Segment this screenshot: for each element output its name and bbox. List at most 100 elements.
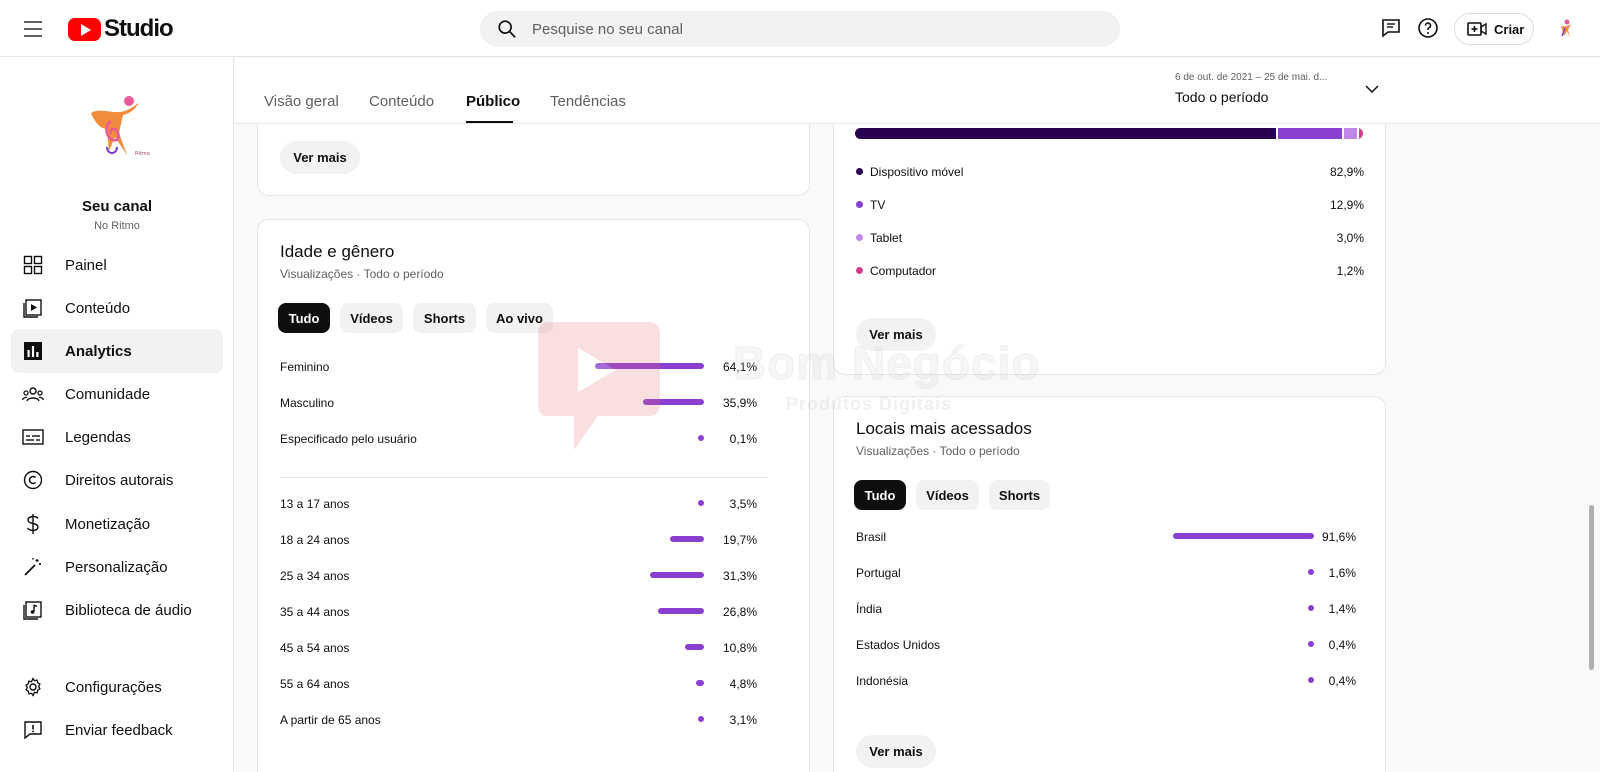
row-bar xyxy=(1173,533,1314,539)
device-value: 82,9% xyxy=(1329,165,1364,179)
dashboard-icon xyxy=(22,254,44,276)
card-title: Locais mais acessados xyxy=(856,419,1032,438)
row-label: Índia xyxy=(856,602,883,616)
sidebar-item-analytics[interactable]: Analytics xyxy=(11,329,223,373)
filter-chip-shorts[interactable]: Shorts xyxy=(413,303,476,333)
row-label: Indonésia xyxy=(856,674,909,688)
row-bar xyxy=(1308,569,1314,575)
create-button[interactable]: Criar xyxy=(1454,13,1534,45)
row-bar xyxy=(657,608,704,614)
account-avatar[interactable] xyxy=(1553,16,1579,42)
device-bar-segment xyxy=(1276,128,1342,139)
sidebar-item-legendas[interactable]: Legendas xyxy=(11,415,223,459)
see-more-button[interactable]: Ver mais xyxy=(856,318,936,351)
device-stacked-bar xyxy=(855,128,1363,139)
period-range: 6 de out. de 2021 – 25 de mai. d... xyxy=(1175,72,1328,83)
row-value: 1,6% xyxy=(1328,566,1356,580)
video-plus-icon xyxy=(1467,22,1487,36)
row-label: 13 a 17 anos xyxy=(280,497,350,511)
filter-chip-tudo[interactable]: Tudo xyxy=(854,480,906,510)
sidebar-item-configuracoes[interactable]: Configurações xyxy=(11,665,223,709)
tab-conteudo[interactable]: Conteúdo xyxy=(369,93,434,110)
svg-text:Ritmo: Ritmo xyxy=(135,151,150,157)
row-bar xyxy=(1308,641,1314,647)
sidebar-item-label: Legendas xyxy=(65,428,131,446)
sidebar-item-label: Painel xyxy=(65,256,107,274)
location-row: Indonésia 0,4% xyxy=(856,671,1356,691)
location-row: Brasil 91,6% xyxy=(856,527,1356,547)
legend-dot xyxy=(856,201,863,208)
legend-dot xyxy=(856,234,863,241)
device-row: TV 12,9% xyxy=(855,195,1364,215)
magic-wand-icon xyxy=(22,556,44,578)
tab-publico[interactable]: Público xyxy=(466,93,520,110)
sidebar-item-personalizacao[interactable]: Personalização xyxy=(11,545,223,589)
filter-chip-shorts[interactable]: Shorts xyxy=(989,480,1050,510)
messages-icon[interactable] xyxy=(1379,16,1403,40)
menu-icon[interactable] xyxy=(20,16,48,42)
age-row: 55 a 64 anos 4,8% xyxy=(280,674,757,694)
sidebar-item-label: Comunidade xyxy=(65,385,151,403)
sidebar-item-conteudo[interactable]: Conteúdo xyxy=(11,286,223,330)
sidebar-item-label: Biblioteca de áudio xyxy=(65,601,192,619)
content-icon xyxy=(22,297,44,319)
card-subtitle: Visualizações · Todo o período xyxy=(856,444,1020,458)
row-label: 35 a 44 anos xyxy=(280,605,350,619)
tab-tendencias[interactable]: Tendências xyxy=(550,93,626,110)
age-row: 18 a 24 anos 19,7% xyxy=(280,530,757,550)
device-label: Dispositivo móvel xyxy=(870,165,964,179)
row-value: 0,1% xyxy=(729,432,757,446)
sidebar-item-direitos-autorais[interactable]: Direitos autorais xyxy=(11,458,223,502)
row-label: 25 a 34 anos xyxy=(280,569,350,583)
row-value: 26,8% xyxy=(722,605,757,619)
sidebar-item-monetizacao[interactable]: Monetização xyxy=(11,502,223,546)
device-value: 3,0% xyxy=(1336,231,1364,245)
filter-chip-videos[interactable]: Vídeos xyxy=(916,480,979,510)
audio-library-icon xyxy=(22,599,44,621)
sidebar-item-enviar-feedback[interactable]: Enviar feedback xyxy=(11,708,223,752)
age-row: A partir de 65 anos 3,1% xyxy=(280,710,757,730)
period-selector[interactable]: 6 de out. de 2021 – 25 de mai. d... Todo… xyxy=(1175,72,1327,105)
device-value: 12,9% xyxy=(1329,198,1364,212)
search-input[interactable] xyxy=(532,11,1092,47)
search-box[interactable] xyxy=(480,11,1120,47)
see-more-button[interactable]: Ver mais xyxy=(856,735,936,768)
row-label: 18 a 24 anos xyxy=(280,533,350,547)
gender-row: Especificado pelo usuário 0,1% xyxy=(280,429,757,449)
row-value: 3,1% xyxy=(729,713,757,727)
row-value: 64,1% xyxy=(722,360,757,374)
age-row: 35 a 44 anos 26,8% xyxy=(280,602,757,622)
gender-row: Masculino 35,9% xyxy=(280,393,757,413)
create-label: Criar xyxy=(1494,21,1525,37)
sidebar-item-label: Conteúdo xyxy=(65,299,131,317)
scrollbar[interactable] xyxy=(1589,505,1594,670)
sidebar-item-painel[interactable]: Painel xyxy=(11,243,223,287)
sidebar-item-comunidade[interactable]: Comunidade xyxy=(11,372,223,416)
row-label: 45 a 54 anos xyxy=(280,641,350,655)
feedback-icon xyxy=(22,719,44,741)
sidebar-item-label: Enviar feedback xyxy=(65,721,173,739)
filter-chip-videos[interactable]: Vídeos xyxy=(340,303,403,333)
dollar-icon xyxy=(22,513,44,535)
channel-avatar[interactable]: Ritmo xyxy=(77,91,157,171)
sidebar-item-biblioteca-de-audio[interactable]: Biblioteca de áudio xyxy=(11,588,223,632)
filter-chip-tudo[interactable]: Tudo xyxy=(278,303,330,333)
see-more-button[interactable]: Ver mais xyxy=(280,141,360,174)
community-icon xyxy=(22,383,44,405)
sidebar-item-label: Configurações xyxy=(65,678,162,696)
copyright-icon xyxy=(22,469,44,491)
legend-dot xyxy=(856,267,863,274)
device-bar-segment xyxy=(855,128,1277,139)
row-value: 0,4% xyxy=(1328,674,1356,688)
row-bar xyxy=(695,680,704,686)
device-label: Tablet xyxy=(870,231,903,245)
row-label: Estados Unidos xyxy=(856,638,941,652)
search-icon[interactable] xyxy=(496,18,518,40)
row-bar xyxy=(642,399,704,405)
tab-visao-geral[interactable]: Visão geral xyxy=(264,93,339,110)
help-icon[interactable] xyxy=(1416,16,1440,40)
filter-chip-ao-vivo[interactable]: Ao vivo xyxy=(486,303,553,333)
studio-logo[interactable]: Studio xyxy=(68,15,174,43)
gender-row: Feminino 64,1% xyxy=(280,357,757,377)
chevron-down-icon[interactable] xyxy=(1365,84,1379,94)
